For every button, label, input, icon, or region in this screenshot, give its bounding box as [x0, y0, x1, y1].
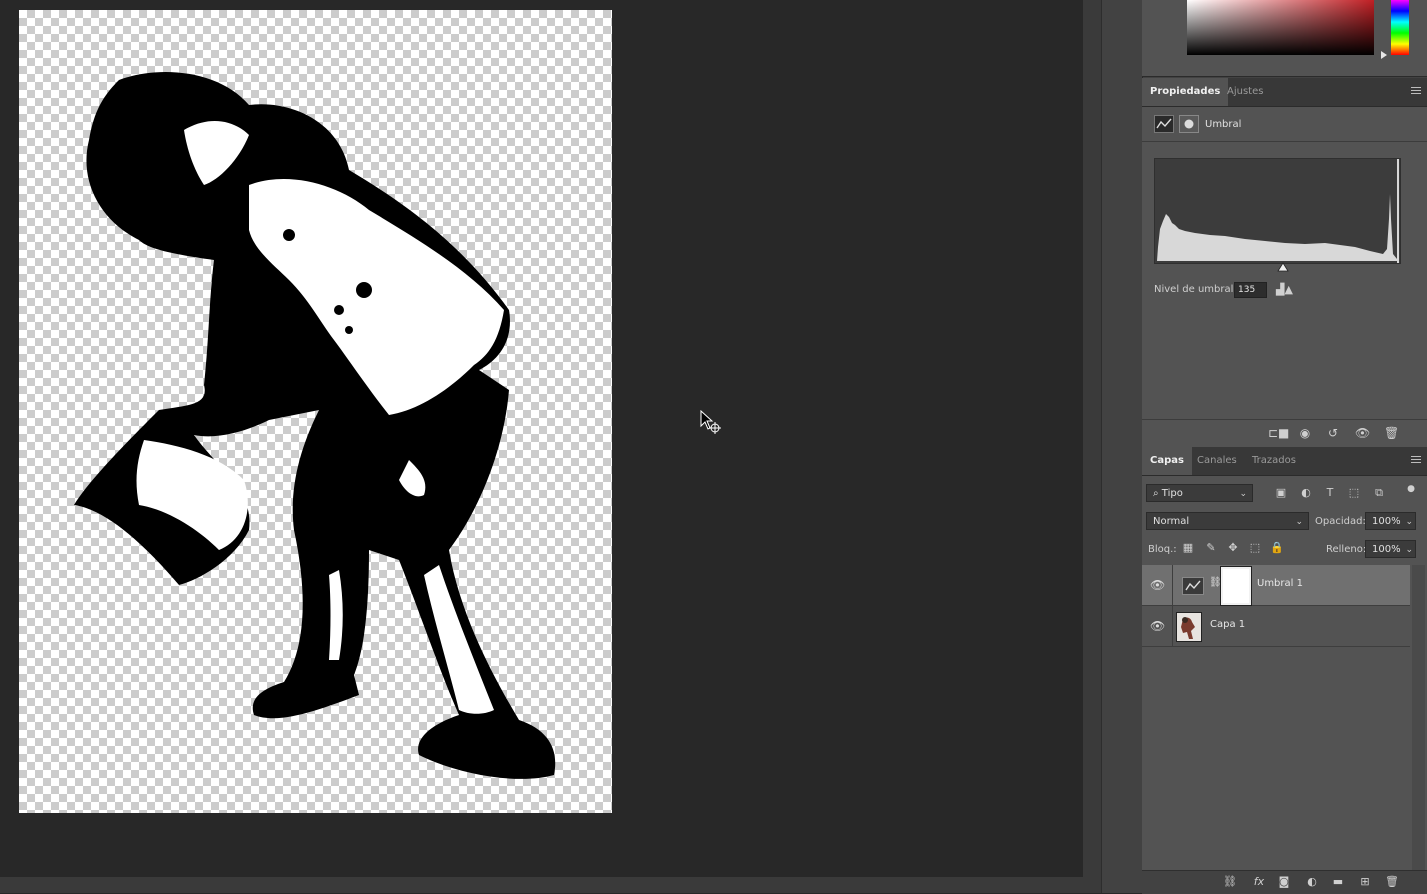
properties-header: Umbral — [1142, 107, 1427, 142]
threshold-silhouette-image — [74, 72, 556, 779]
collapsed-panel-strip — [1101, 0, 1142, 893]
threshold-adjustment-icon — [1182, 577, 1204, 595]
search-icon: ⌕ — [1153, 488, 1162, 499]
lock-label: Bloq.: — [1148, 544, 1177, 555]
properties-tab-bar: Propiedades Ajustes — [1142, 78, 1427, 107]
layer-row-capa-1[interactable]: 👁 Capa 1 — [1142, 606, 1410, 647]
chevron-down-icon: ⌄ — [1295, 517, 1303, 527]
shape-layer-filter-icon[interactable]: ⬚ — [1347, 486, 1361, 500]
eye-icon[interactable]: 👁 — [1150, 619, 1165, 633]
layer-thumbnail[interactable] — [1176, 612, 1202, 642]
layer-filter-select[interactable]: ⌕ Tipo ⌄ — [1146, 484, 1253, 502]
threshold-level-input[interactable]: 135 — [1234, 282, 1267, 298]
view-previous-state-icon[interactable]: ◉ — [1298, 427, 1312, 439]
hue-slider-arrow[interactable] — [1381, 51, 1387, 59]
new-adjustment-layer-icon[interactable]: ◐ — [1305, 875, 1319, 889]
tab-canales[interactable]: Canales — [1189, 447, 1245, 475]
fill-value: 100% — [1372, 544, 1401, 555]
move-cursor-icon — [700, 410, 721, 434]
reset-icon[interactable]: ↺ — [1326, 427, 1340, 439]
layer-filter-value: Tipo — [1161, 488, 1183, 499]
tab-capas[interactable]: Capas — [1142, 447, 1192, 475]
layer-name[interactable]: Umbral 1 — [1257, 578, 1303, 589]
blend-mode-select[interactable]: Normal ⌄ — [1146, 512, 1309, 530]
chevron-down-icon: ⌄ — [1405, 517, 1413, 527]
pixel-layer-filter-icon[interactable]: ▣ — [1274, 486, 1288, 500]
layers-scrollbar[interactable] — [1412, 565, 1425, 870]
panel-menu-icon[interactable] — [1411, 456, 1421, 465]
new-group-icon[interactable]: ▬ — [1331, 875, 1345, 889]
clip-to-layer-icon[interactable]: ⊏■ — [1268, 427, 1289, 439]
delete-layer-icon[interactable]: 🗑 — [1385, 875, 1399, 889]
threshold-slider-handle[interactable] — [1277, 262, 1289, 272]
add-mask-icon[interactable]: ◙ — [1277, 875, 1291, 889]
adjustment-layer-filter-icon[interactable]: ◐ — [1299, 486, 1313, 500]
panel-gutter — [1083, 0, 1101, 893]
layer-name[interactable]: Capa 1 — [1210, 619, 1245, 630]
chain-link-icon[interactable]: ⛓ — [1209, 577, 1222, 593]
visibility-column-divider — [1172, 565, 1173, 605]
horizontal-scrollbar[interactable] — [0, 877, 1083, 893]
visibility-column-divider — [1172, 606, 1173, 646]
chevron-down-icon: ⌄ — [1239, 489, 1247, 499]
hue-slider[interactable] — [1391, 0, 1409, 55]
layers-panel-body — [1142, 476, 1427, 870]
fx-icon[interactable]: fx — [1252, 875, 1266, 889]
layers-footer: ⛓ fx ◙ ◐ ▬ ⊞ 🗑 — [1142, 870, 1427, 894]
lock-artboard-icon[interactable]: ⬚ — [1248, 541, 1262, 555]
link-layers-icon[interactable]: ⛓ — [1223, 875, 1237, 889]
document-canvas[interactable] — [19, 10, 612, 813]
properties-footer: ⊏■ ◉ ↺ 👁 🗑 — [1142, 419, 1427, 447]
type-layer-filter-icon[interactable]: T — [1323, 486, 1337, 500]
opacity-input[interactable]: 100% ⌄ — [1365, 512, 1416, 530]
lock-image-pixels-icon[interactable]: ✎ — [1204, 541, 1218, 555]
tab-propiedades[interactable]: Propiedades — [1142, 78, 1229, 106]
threshold-adjustment-icon — [1154, 115, 1174, 133]
layers-tab-bar: Capas Canales Trazados — [1142, 447, 1427, 476]
fill-label: Relleno: — [1326, 544, 1367, 555]
lock-transparent-pixels-icon[interactable]: ▦ — [1181, 541, 1195, 555]
layer-mask-thumbnail[interactable] — [1221, 567, 1251, 605]
chevron-down-icon: ⌄ — [1405, 545, 1413, 555]
eye-icon[interactable]: 👁 — [1150, 578, 1165, 592]
new-layer-icon[interactable]: ⊞ — [1358, 875, 1372, 889]
fill-input[interactable]: 100% ⌄ — [1365, 540, 1416, 558]
color-field[interactable] — [1187, 0, 1374, 55]
threshold-level-label: Nivel de umbral: — [1154, 284, 1237, 295]
tab-trazados[interactable]: Trazados — [1244, 447, 1304, 475]
trash-icon[interactable]: 🗑 — [1384, 427, 1399, 439]
histogram-warning-icon[interactable]: ▟▲ — [1276, 283, 1293, 296]
threshold-histogram — [1154, 158, 1401, 264]
opacity-label: Opacidad: — [1315, 516, 1366, 527]
adjustment-title: Umbral — [1205, 119, 1242, 130]
layer-row-umbral-1[interactable]: 👁 ⛓ Umbral 1 — [1142, 565, 1410, 606]
opacity-value: 100% — [1372, 516, 1401, 527]
filter-toggle-icon[interactable]: ● — [1404, 482, 1418, 496]
blend-mode-value: Normal — [1153, 516, 1190, 527]
lock-all-icon[interactable]: 🔒 — [1270, 541, 1284, 555]
lock-position-icon[interactable]: ✥ — [1226, 541, 1240, 555]
tab-ajustes[interactable]: Ajustes — [1219, 78, 1271, 106]
smart-object-filter-icon[interactable]: ⧉ — [1372, 486, 1386, 500]
panel-menu-icon[interactable] — [1411, 87, 1421, 96]
mask-icon[interactable] — [1179, 115, 1199, 133]
visibility-icon[interactable]: 👁 — [1355, 427, 1370, 439]
